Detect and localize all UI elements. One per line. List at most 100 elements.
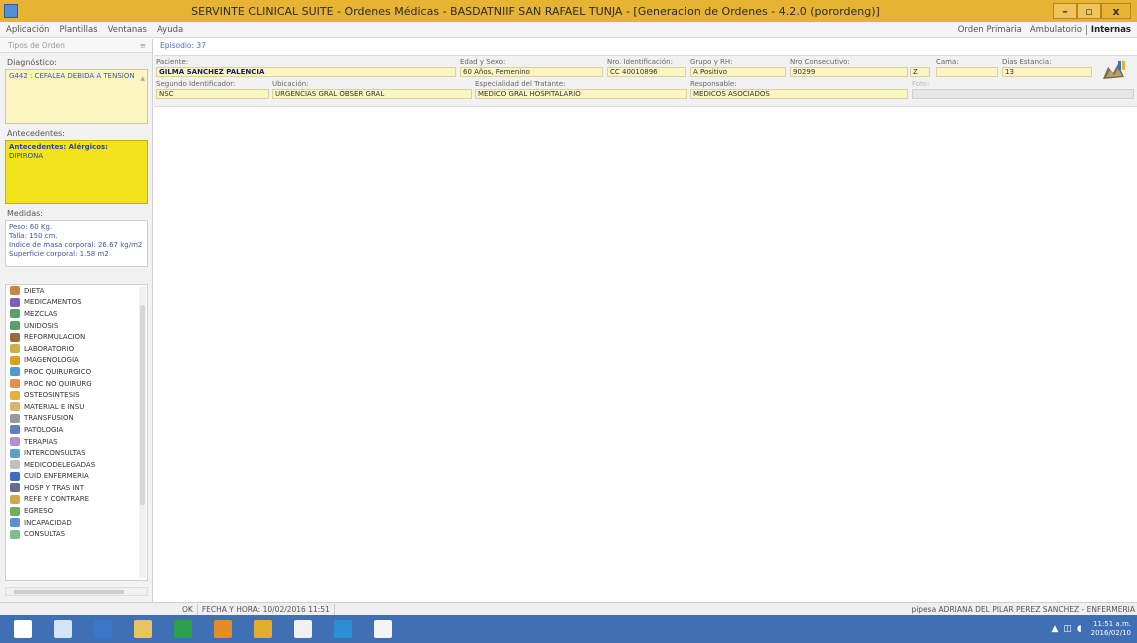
taskbar-app-settings-button[interactable] [286,615,320,643]
order-type-item[interactable]: CUID ENFERMERIA [6,471,147,483]
mode-internas[interactable]: Internas [1085,24,1135,35]
order-type-label: INTERCONSULTAS [24,449,86,458]
status-state: OK [178,603,198,615]
minimize-button[interactable]: – [1053,3,1077,19]
medida-line: Talla: 150 cm. [9,232,58,240]
order-type-icon [10,506,20,516]
taskbar-app-doc-button[interactable] [366,615,400,643]
taskbar-app-media-button[interactable] [326,615,360,643]
order-type-item[interactable]: TERAPIAS [6,436,147,448]
diagnostico-box[interactable]: G442 : CEFALEA DEBIDA A TENSION ▲ [5,69,148,124]
clock-time: 11:51 a.m. [1093,620,1131,628]
close-button[interactable]: x [1101,3,1131,19]
episode-tab[interactable]: Episodio: 37 [158,41,208,53]
taskbar-app-browser-button[interactable] [166,615,200,643]
medida-line: Superficie corporal: 1.58 m2 [9,250,109,258]
taskbar-folder-button[interactable] [126,615,160,643]
order-type-item[interactable]: MEZCLAS [6,308,147,320]
order-type-label: CUID ENFERMERIA [24,472,89,481]
order-type-item[interactable]: PROC QUIRURGICO [6,366,147,378]
app-settings-icon [294,620,312,638]
panel-header: Tipos de Orden ≡ [0,39,152,53]
order-type-icon [10,321,20,331]
servinte-logo-icon [1103,61,1125,79]
left-panel: Tipos de Orden ≡ Diagnóstico: G442 : CEF… [0,39,153,602]
order-type-item[interactable]: EGRESO [6,505,147,517]
order-type-item[interactable]: LABORATORIO [6,343,147,355]
pin-icon[interactable]: ≡ [140,41,146,50]
app-browser-icon [174,620,192,638]
order-type-icon [10,286,20,296]
grupo-rh-label: Grupo y RH: [690,58,733,66]
taskbar-windows-start-button[interactable] [6,615,40,643]
order-type-icon [10,529,20,539]
taskbar-app-calc-button[interactable] [246,615,280,643]
scroll-up-icon[interactable]: ▲ [140,74,145,83]
order-type-item[interactable]: MEDICODELEGADAS [6,459,147,471]
order-type-icon [10,390,20,400]
file-explorer-icon [54,620,72,638]
window-title: SERVINTE CLINICAL SUITE - Ordenes Médica… [191,4,880,18]
order-type-item[interactable]: MATERIAL E INSU [6,401,147,413]
taskbar-app-orange-button[interactable] [206,615,240,643]
especialidad-value: MEDICO GRAL HOSPITALARIO [475,89,687,99]
nro-consecutivo-value: 90299 [790,67,908,77]
network-icon[interactable]: ◫ [1063,624,1072,634]
consecutivo-suffix: Z [910,67,930,77]
mode-orden-primaria[interactable]: Orden Primaria [954,25,1026,35]
antecedentes-box[interactable]: Antecedentes: Alérgicos: DIPIRONA [5,140,148,204]
medidas-box[interactable]: Peso: 60 Kg. Talla: 150 cm. Indice de ma… [5,220,148,267]
dias-estancia-label: Dias Estancia: [1002,58,1052,66]
diagnostico-text: G442 : CEFALEA DEBIDA A TENSION [9,72,135,80]
volume-icon[interactable]: ◖ [1077,624,1082,634]
order-type-item[interactable]: UNIDOSIS [6,320,147,332]
taskbar-file-explorer-button[interactable] [46,615,80,643]
order-type-label: PROC NO QUIRURG [24,379,92,388]
order-type-icon [10,494,20,504]
order-type-label: MATERIAL E INSU [24,402,85,411]
responsable-label: Responsable: [690,80,737,88]
order-type-icon [10,309,20,319]
left-panel-hscroll-thumb[interactable] [14,590,124,594]
order-type-item[interactable]: OSTEOSINTESIS [6,389,147,401]
menu-aplicacion[interactable]: Aplicación [0,25,53,35]
ubicacion-label: Ubicación: [272,80,309,88]
grupo-rh-value: A Positivo [690,67,786,77]
tray-up-arrow-icon[interactable]: ▲ [1051,624,1058,634]
menu-ventanas[interactable]: Ventanas [102,25,151,35]
patient-info-grid: Paciente: Edad y Sexo: Nro. Identificaci… [154,55,1137,107]
taskbar-app-z-button[interactable] [86,615,120,643]
ubicacion-value: URGENCIAS GRAL OBSER GRAL [272,89,472,99]
order-type-icon [10,460,20,470]
mode-ambulatorio[interactable]: Ambulatorio [1026,25,1086,35]
order-type-item[interactable]: HOSP Y TRAS INT [6,482,147,494]
order-type-item[interactable]: INTERCONSULTAS [6,447,147,459]
cama-value [936,67,998,77]
order-type-label: LABORATORIO [24,344,75,353]
order-type-item[interactable]: IMAGENOLOGIA [6,355,147,367]
app-calc-icon [254,620,272,638]
order-type-icon [10,379,20,389]
order-type-label: MEZCLAS [24,309,58,318]
windows-start-icon [14,620,32,638]
order-list-scroll-thumb[interactable] [140,305,145,505]
menu-ayuda[interactable]: Ayuda [151,25,187,35]
order-type-item[interactable]: TRANSFUSION [6,413,147,425]
order-type-item[interactable]: PROC NO QUIRURG [6,378,147,390]
order-type-label: DIETA [24,286,45,295]
order-type-item[interactable]: CONSULTAS [6,528,147,540]
foto-box [912,89,1134,99]
order-list-scrollbar[interactable] [139,287,146,578]
order-type-item[interactable]: INCAPACIDAD [6,517,147,529]
order-type-item[interactable]: PATOLOGIA [6,424,147,436]
order-type-item[interactable]: DIETA [6,285,147,297]
left-panel-hscroll[interactable] [5,587,148,596]
taskbar-clock[interactable]: 11:51 a.m. 2016/02/10 [1091,620,1131,638]
maximize-button[interactable]: ▫ [1077,3,1101,19]
order-type-item[interactable]: MEDICAMENTOS [6,297,147,309]
title-bar: SERVINTE CLINICAL SUITE - Ordenes Médica… [0,0,1137,22]
order-type-item[interactable]: REFORMULACION [6,331,147,343]
order-type-item[interactable]: REFE Y CONTRARE [6,494,147,506]
app-icon [4,4,18,18]
menu-plantillas[interactable]: Plantillas [53,25,101,35]
